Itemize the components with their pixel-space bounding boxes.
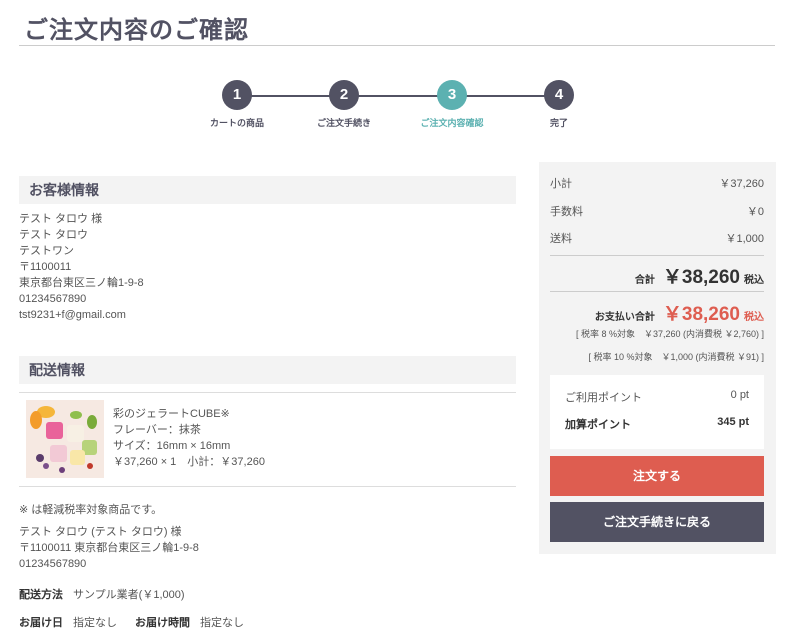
page-title: ご注文内容のご確認 [24,17,249,44]
product-name: 彩のジェラートCUBE※ [113,408,230,420]
shipping-fee-label: 送料 [550,233,572,245]
delivery-schedule: お届け日 指定なし お届け時間 指定なし [19,614,244,630]
step-cart: 1 カートの商品 [177,80,297,129]
shipping-fee-row: 送料 ￥1,000 [550,230,764,246]
tax-breakdown-10: [ 税率 10 %対象 ￥1,000 (内消費税 ￥91) ] [588,352,764,362]
step-number: 3 [437,80,467,110]
customer-name-honorific: テスト タロウ 様 [19,213,103,225]
customer-email: tst9231+f@gmail.com [19,309,126,321]
fee-value: ￥0 [746,206,764,218]
step-complete: 4 完了 [499,80,619,129]
delivery-time-label: お届け時間 [135,617,190,629]
subtotal-row: 小計 ￥37,260 [550,175,764,191]
step-number: 2 [329,80,359,110]
shipping-method-label: 配送方法 [19,589,63,601]
points-earned-label: 加算ポイント [565,419,631,431]
tax-breakdown-8: [ 税率 8 %対象 ￥37,260 (内消費税 ￥2,760) ] [575,329,764,339]
step-label: カートの商品 [209,118,264,128]
subtotal-label: 小計 [550,178,572,190]
divider [550,255,764,256]
shipping-method-value: サンプル業者(￥1,000) [73,589,185,601]
title-divider [19,45,775,46]
shipping-address: テスト タロウ (テスト タロウ) 様 〒1100011 東京都台東区三ノ輪1-… [19,524,199,572]
shipping-fee-value: ￥1,000 [725,233,764,245]
customer-name: テスト タロウ [19,229,89,241]
points-used-value: 0 pt [730,389,749,401]
points-earned-value: 345 pt [717,416,749,428]
step-number: 4 [544,80,574,110]
order-item: 彩のジェラートCUBE※ フレーバー：抹茶 サイズ：16mm × 16mm ￥3… [113,406,265,470]
payment-total-label: お支払い合計 [594,312,655,323]
customer-address: 東京都台東区三ノ輪1-9-8 [19,277,144,289]
fee-row: 手数料 ￥0 [550,203,764,219]
customer-company: テストワン [19,245,74,257]
points-earned-row: 加算ポイント 345 pt [565,416,749,432]
total-row: 合計 ￥38,260 税込 [550,262,764,289]
divider [19,392,516,393]
customer-phone: 01234567890 [19,293,87,305]
shipping-info-heading: 配送情報 [19,356,516,384]
shipping-recipient: テスト タロウ (テスト タロウ) 様 [19,526,182,538]
step-label: ご注文内容確認 [420,118,484,128]
delivery-date-label: お届け日 [19,617,63,629]
total-label: 合計 [634,275,655,286]
product-flavor: フレーバー：抹茶 [113,424,201,436]
reduced-tax-note: ※ は軽減税率対象商品です。 [19,504,163,516]
product-size: サイズ：16mm × 16mm [113,440,231,452]
step-confirmation: 3 ご注文内容確認 [392,80,512,129]
divider [550,291,764,292]
delivery-date-value: 指定なし [73,617,117,629]
gelato-product-image [26,400,104,478]
points-used-row: ご利用ポイント 0 pt [565,389,749,405]
payment-total-amount: ￥38,260 [662,304,740,325]
total-amount: ￥38,260 [662,267,740,288]
back-to-order-button[interactable]: ご注文手続きに戻る [550,502,764,542]
payment-total-tax-label: 税込 [744,312,764,323]
customer-postal-code: 〒1100011 [19,261,72,273]
step-label: 完了 [549,118,568,128]
step-order-procedure: 2 ご注文手続き [284,80,404,129]
shipping-street: 〒1100011 東京都台東区三ノ輪1-9-8 [19,542,199,554]
step-number: 1 [222,80,252,110]
shipping-method: 配送方法 サンプル業者(￥1,000) [19,586,185,602]
payment-total-row: お支払い合計 ￥38,260 税込 [550,299,764,326]
total-tax-label: 税込 [744,275,764,286]
divider [19,486,516,487]
product-price: ￥37,260 × 1 小計：￥37,260 [113,456,265,468]
place-order-button[interactable]: 注文する [550,456,764,496]
subtotal-value: ￥37,260 [719,178,764,190]
step-label: ご注文手続き [316,118,371,128]
shipping-phone: 01234567890 [19,558,87,570]
delivery-time-value: 指定なし [200,617,244,629]
customer-info-heading: お客様情報 [19,176,516,204]
fee-label: 手数料 [550,206,583,218]
points-used-label: ご利用ポイント [565,392,642,404]
customer-info: テスト タロウ 様 テスト タロウ テストワン 〒1100011 東京都台東区三… [19,211,144,323]
points-box: ご利用ポイント 0 pt 加算ポイント 345 pt [550,375,764,449]
